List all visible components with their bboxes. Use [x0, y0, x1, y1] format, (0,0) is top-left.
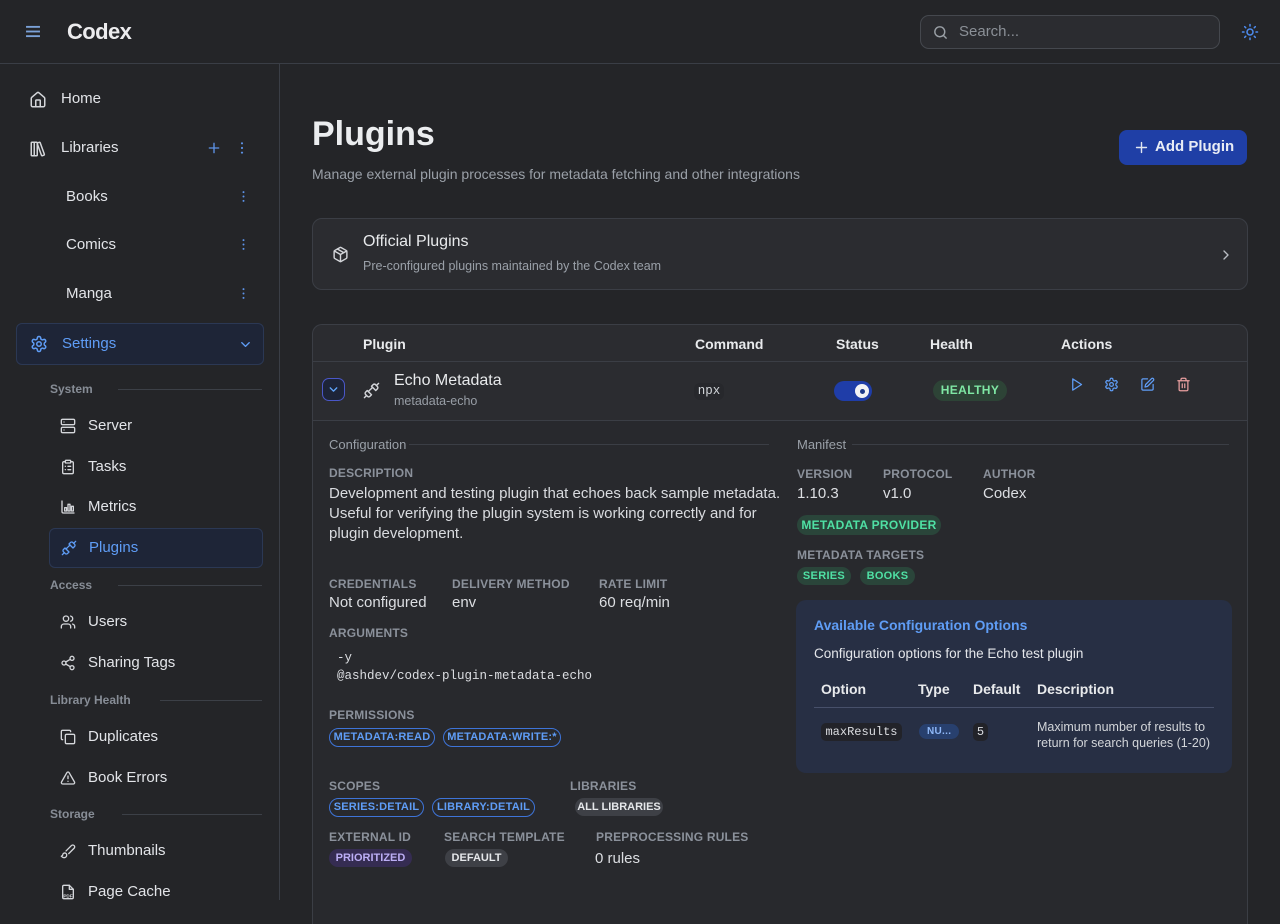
svg-text:PDF: PDF [63, 893, 72, 898]
